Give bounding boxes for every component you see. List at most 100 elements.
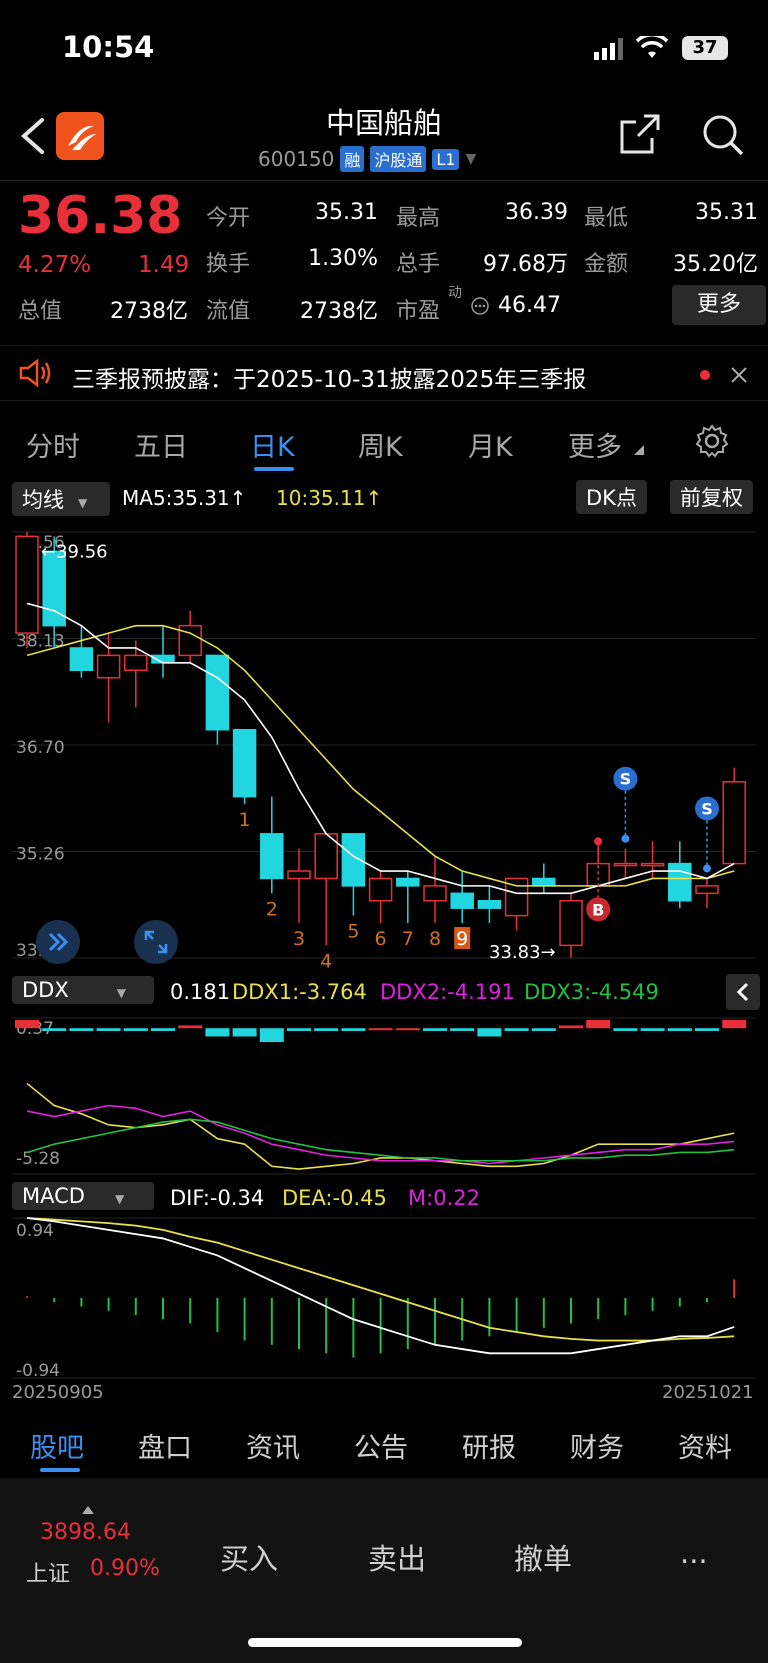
adjust-button[interactable]: 前复权 <box>670 480 753 514</box>
candle-body <box>695 885 719 895</box>
ddx-chart[interactable]: 0.37-5.28 <box>0 1012 768 1178</box>
signal-dot <box>594 837 603 846</box>
up-arrow-icon <box>82 1506 94 1514</box>
tab-more[interactable]: 更多 <box>568 425 622 464</box>
battery-icon: 37 <box>682 36 728 60</box>
wifi-icon <box>636 36 668 58</box>
cancel-order-button[interactable]: 撤单 <box>514 1536 572 1578</box>
candle-body <box>640 862 665 867</box>
chevron-left-icon <box>736 982 749 1002</box>
tab-financials[interactable]: 财务 <box>570 1426 624 1465</box>
ddx3-value: DDX3:-4.549 <box>524 980 659 1004</box>
ddx-bar <box>477 1028 502 1037</box>
candle-body <box>287 870 311 880</box>
status-bar: 10:54 37 <box>0 0 768 95</box>
fullscreen-button[interactable] <box>134 920 178 964</box>
ddx-select-label: DDX <box>22 978 69 1002</box>
share-icon[interactable] <box>618 112 662 156</box>
candle-body <box>477 900 502 909</box>
candle-body <box>668 862 692 902</box>
ddx-bar <box>178 1025 203 1029</box>
turnover-label: 换手 <box>206 252 251 277</box>
stock-code: 600150 <box>258 147 335 171</box>
price-tick-label: 36.70 <box>16 738 65 758</box>
more-quote-button[interactable]: 更多 <box>672 285 766 325</box>
tab-research[interactable]: 研报 <box>462 1426 516 1465</box>
collapse-button[interactable] <box>726 974 760 1010</box>
ddx-bar <box>232 1028 257 1037</box>
market-cap-label: 总值 <box>18 299 63 324</box>
dropdown-icon: ▼ <box>114 1192 125 1206</box>
tab-announcements[interactable]: 公告 <box>354 1426 408 1465</box>
index-value[interactable]: 3898.64 <box>40 1520 131 1545</box>
macd-tick-label: 0.94 <box>16 1221 54 1241</box>
settings-gear-icon[interactable] <box>694 423 730 459</box>
active-tab-indicator <box>40 1468 80 1472</box>
dif-value: DIF:-0.34 <box>170 1186 265 1210</box>
ma-select[interactable]: 均线 ▼ <box>12 482 110 516</box>
volume-label: 总手 <box>396 252 441 277</box>
ddx-bar <box>450 1028 475 1031</box>
ddx1-value: DDX1:-3.764 <box>232 980 367 1004</box>
dk-point-label: DK点 <box>586 486 637 510</box>
candle-body <box>232 729 257 798</box>
change-pct: 4.27% <box>18 252 92 278</box>
macd-select[interactable]: MACD ▼ <box>12 1182 154 1210</box>
tab-news[interactable]: 资讯 <box>246 1426 300 1465</box>
ddx-tick-label: -5.28 <box>16 1149 60 1169</box>
market-cap-value: 2738亿 <box>110 299 188 324</box>
td-count-label: 7 <box>402 928 414 950</box>
ddx-bar <box>123 1028 148 1031</box>
info-tabs: 股吧 盘口 资讯 公告 研报 财务 资料 <box>0 1412 768 1472</box>
more-dots-icon[interactable] <box>470 296 490 316</box>
volume-value: 97.68万 <box>483 252 568 277</box>
tab-weekly-k[interactable]: 周K <box>358 425 403 464</box>
ddx-select[interactable]: DDX ▼ <box>12 976 154 1004</box>
ddx-bar <box>69 1028 94 1031</box>
expand-left-button[interactable] <box>36 920 80 964</box>
header-divider <box>0 180 768 181</box>
stock-code-row[interactable]: 600150 融 沪股通 L1 ▼ <box>258 146 476 172</box>
signal-dot <box>703 864 711 873</box>
td-count-label: 5 <box>347 921 359 943</box>
period-tabs: 分时 五日 日K 周K 月K 更多 <box>0 415 768 475</box>
candle-body <box>178 624 202 657</box>
tag-connect: 沪股通 <box>370 146 427 172</box>
pe-label: 市盈 <box>396 299 441 324</box>
float-cap-label: 流值 <box>206 299 251 324</box>
search-icon[interactable] <box>700 112 746 158</box>
tab-monthly-k[interactable]: 月K <box>468 425 513 464</box>
macd-chart[interactable]: 0.94 -0.94 <box>0 1214 768 1382</box>
tab-profile[interactable]: 资料 <box>678 1426 732 1465</box>
index-name[interactable]: 上证 <box>26 1556 70 1588</box>
ddx-bar <box>613 1028 638 1031</box>
tab-daily-k[interactable]: 日K <box>250 425 295 464</box>
active-tab-indicator <box>254 467 294 471</box>
td-count-label: 8 <box>429 928 441 950</box>
ddx2-value: DDX2:-4.191 <box>380 980 515 1004</box>
tab-forum[interactable]: 股吧 <box>30 1426 84 1465</box>
macd-header: MACD ▼ DIF:-0.34 DEA:-0.45 M:0.22 <box>0 1178 768 1218</box>
ddx-series-line <box>26 1118 735 1162</box>
candle-body <box>423 885 447 902</box>
chart-toolbar: 均线 ▼ MA5:35.31↑ 10:35.11↑ DK点 前复权 <box>0 478 768 518</box>
change-value: 1.49 <box>138 252 190 278</box>
candlestick-chart[interactable]: 39.5638.1336.7035.2633.83←39.5633.83→123… <box>0 518 768 970</box>
speaker-icon <box>19 358 51 388</box>
tab-order-book[interactable]: 盘口 <box>138 1426 192 1465</box>
tag-margin: 融 <box>340 146 365 172</box>
ddx-bar <box>259 1028 284 1043</box>
tab-five-day[interactable]: 五日 <box>134 425 188 464</box>
current-price: 36.38 <box>18 186 183 246</box>
tab-intraday[interactable]: 分时 <box>26 425 80 464</box>
dk-point-button[interactable]: DK点 <box>576 480 647 514</box>
index-pct[interactable]: 0.90% <box>90 1556 160 1581</box>
candle-body <box>450 892 474 909</box>
buy-signal-label: B <box>592 900 604 919</box>
close-icon[interactable] <box>730 366 748 384</box>
sell-button[interactable]: 卖出 <box>368 1536 426 1578</box>
more-actions-button[interactable]: ... <box>680 1536 708 1570</box>
buy-button[interactable]: 买入 <box>220 1536 278 1578</box>
notice-bar[interactable]: 三季报预披露：于2025-10-31披露2025年三季报 <box>0 345 768 401</box>
td-count-label: 3 <box>293 928 305 950</box>
